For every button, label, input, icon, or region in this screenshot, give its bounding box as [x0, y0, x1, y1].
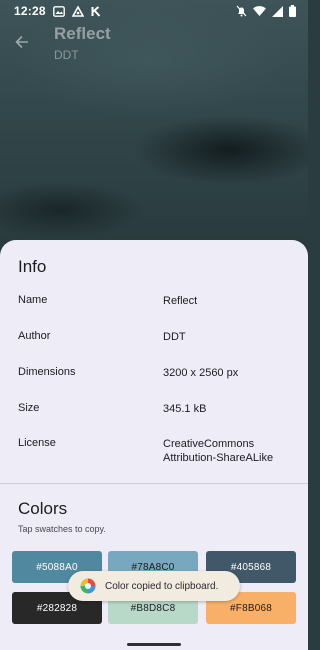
- cell-signal-icon: [272, 5, 283, 17]
- app-logo-icon: [80, 578, 96, 594]
- info-label: Size: [18, 402, 40, 414]
- arrow-back-icon[interactable]: [10, 30, 34, 54]
- wallpaper-info-screen: 12:28 Reflect DDT Info Name Reflect Auth…: [0, 0, 308, 650]
- triangle-app-icon: [71, 5, 84, 17]
- copied-toast: Color copied to clipboard.: [68, 571, 240, 601]
- info-label: Author: [18, 330, 51, 342]
- notifications-off-icon: [236, 5, 247, 17]
- gesture-nav-handle[interactable]: [127, 643, 181, 646]
- page-subtitle: DDT: [54, 48, 79, 62]
- info-value: DDT: [163, 331, 186, 343]
- info-label: Name: [18, 294, 48, 306]
- k-app-icon: [91, 5, 101, 17]
- info-value: Reflect: [163, 295, 198, 307]
- info-label: Dimensions: [18, 366, 76, 378]
- status-bar: 12:28: [0, 0, 308, 22]
- wifi-icon: [253, 6, 266, 16]
- toast-message: Color copied to clipboard.: [105, 580, 219, 592]
- page-title: Reflect: [54, 24, 111, 43]
- app-bar: Reflect DDT: [0, 22, 308, 70]
- info-value: 345.1 kB: [163, 403, 207, 415]
- info-value: 3200 x 2560 px: [163, 367, 239, 379]
- status-time: 12:28: [14, 4, 46, 18]
- colors-hint: Tap swatches to copy.: [18, 524, 106, 534]
- info-label: License: [18, 437, 56, 449]
- colors-heading: Colors: [18, 499, 68, 518]
- battery-icon: [289, 5, 296, 17]
- section-divider: [0, 483, 308, 484]
- info-heading: Info: [18, 257, 47, 276]
- gallery-icon: [52, 5, 65, 17]
- info-value: CreativeCommons Attribution-ShareALike: [163, 438, 274, 464]
